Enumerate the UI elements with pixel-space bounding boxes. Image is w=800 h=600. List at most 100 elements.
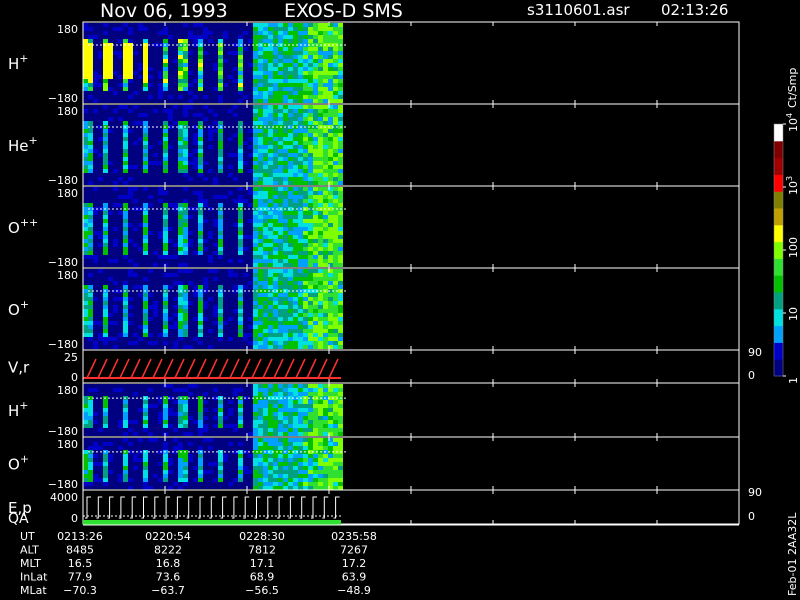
spectrogram-cell: [318, 227, 323, 231]
spectrogram-cell: [333, 486, 338, 490]
spectrogram-cell: [178, 442, 183, 446]
spectrogram-cell: [338, 301, 343, 305]
spectrogram-cell: [313, 227, 318, 231]
spectrogram-cell: [143, 161, 148, 165]
spectrogram-cell: [283, 478, 288, 482]
spectrogram-cell: [313, 486, 318, 490]
y-tick-max: 180: [57, 269, 78, 282]
spectrogram-cell: [258, 341, 263, 345]
spectrogram-cell: [318, 404, 323, 408]
spectrogram-cell: [263, 133, 268, 137]
spectrogram-cell: [283, 203, 288, 207]
spectrogram-cell: [328, 215, 333, 219]
spectrogram-cell: [328, 91, 333, 95]
spectrogram-cell: [293, 157, 298, 161]
spectrogram-cell: [273, 83, 278, 87]
spectrogram-cell: [178, 51, 183, 55]
spectrogram-cell: [253, 195, 258, 199]
spectrogram-cell: [328, 333, 333, 337]
spectrogram-cell: [123, 87, 128, 91]
spectrogram-cell: [263, 277, 268, 281]
spectrogram-cell: [323, 203, 328, 207]
spectrogram-cell: [338, 466, 343, 470]
spectrogram-cell: [263, 199, 268, 203]
spectrogram-cell: [278, 424, 283, 428]
spectrogram-cell: [293, 199, 298, 203]
spectrogram-cell: [218, 129, 223, 133]
spectrogram-cell: [238, 317, 243, 321]
spectrogram-cell: [328, 203, 333, 207]
spectrogram-cell: [293, 474, 298, 478]
spectrogram-cell: [278, 321, 283, 325]
spectrogram-cell: [238, 199, 243, 203]
spectrogram-cell: [298, 384, 303, 388]
spectrogram-cell: [183, 243, 188, 247]
spectrogram-cell: [333, 161, 338, 165]
spectrogram-cell: [83, 454, 88, 458]
spectrogram-cell: [123, 137, 128, 141]
spectrogram-cell: [298, 203, 303, 207]
spectrogram-cell: [283, 446, 288, 450]
spectrogram-cell: [213, 87, 218, 91]
spectrogram-cell: [283, 424, 288, 428]
spectrogram-cell: [143, 420, 148, 424]
spectrogram-cell: [288, 341, 293, 345]
spectrogram-cell: [218, 412, 223, 416]
spectrogram-cell: [328, 39, 333, 43]
spectrogram-cell: [238, 235, 243, 239]
spectrogram-cell: [218, 67, 223, 71]
spectrogram-cell: [273, 482, 278, 486]
spectrogram-cell: [103, 87, 108, 91]
spectrogram-cell: [278, 329, 283, 333]
spectrogram-cell: [203, 199, 208, 203]
spectrogram-cell: [298, 305, 303, 309]
spectrogram-cell: [238, 231, 243, 235]
spectrogram-cell: [268, 47, 273, 51]
spectrogram-cell: [293, 35, 298, 39]
spectrogram-cell: [283, 269, 288, 273]
spectrogram-cell: [253, 55, 258, 59]
spectrogram-cell: [323, 251, 328, 255]
spectrogram-cell: [333, 219, 338, 223]
spectrogram-cell: [328, 424, 333, 428]
spectrogram-cell: [288, 141, 293, 145]
spectrogram-cell: [288, 251, 293, 255]
spectrogram-cell: [143, 412, 148, 416]
spectrogram-cell: [288, 133, 293, 137]
spectrogram-cell: [183, 141, 188, 145]
spectrogram-cell: [218, 215, 223, 219]
spectrogram-cell: [163, 442, 168, 446]
spectrogram-cell: [103, 317, 108, 321]
spectrogram-cell: [308, 474, 313, 478]
spectrogram-cell: [213, 195, 218, 199]
spectrogram-cell: [323, 259, 328, 263]
spectrogram-cell: [268, 153, 273, 157]
spectrogram-cell: [88, 153, 93, 157]
spectrogram-cell: [143, 187, 148, 191]
spectrogram-cell: [133, 432, 138, 436]
spectrogram-cell: [268, 317, 273, 321]
spectrogram-cell: [198, 191, 203, 195]
spectrogram-cell: [303, 432, 308, 436]
spectrogram-cell: [218, 235, 223, 239]
spectrogram-cell: [298, 59, 303, 63]
spectrogram-cell: [123, 255, 128, 259]
spectrogram-cell: [183, 321, 188, 325]
spectrogram-cell: [298, 99, 303, 103]
spectrogram-cell: [313, 63, 318, 67]
spectrogram-cell: [308, 317, 313, 321]
spectrogram-cell: [83, 239, 88, 243]
spectrogram-cell: [338, 91, 343, 95]
spectrogram-cell: [263, 31, 268, 35]
spectrogram-cell: [303, 27, 308, 31]
spectrogram-cell: [108, 71, 113, 75]
spectrogram-cell: [213, 321, 218, 325]
spectrogram-cell: [238, 63, 243, 67]
spectrogram-cell: [113, 281, 118, 285]
spectrogram-cell: [318, 23, 323, 27]
spectrogram-cell: [298, 432, 303, 436]
spectrogram-cell: [268, 269, 273, 273]
spectrogram-cell: [328, 341, 333, 345]
spectrogram-cell: [178, 408, 183, 412]
spectrogram-cell: [288, 466, 293, 470]
